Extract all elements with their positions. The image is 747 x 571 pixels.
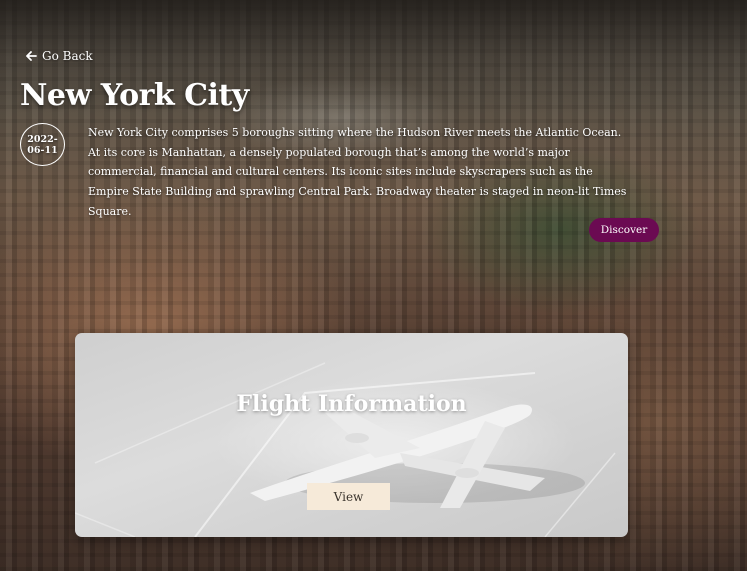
date-line-1: 2022- [27, 133, 58, 145]
date-line-2: 06-11 [27, 144, 58, 156]
page-title: New York City [20, 78, 249, 113]
go-back-label: Go Back [42, 49, 93, 63]
arrow-left-icon [26, 51, 37, 61]
view-button[interactable]: View [307, 483, 390, 510]
flight-info-card[interactable]: Flight Information View [75, 333, 628, 537]
date-badge: 2022- 06-11 [20, 123, 65, 166]
flight-info-title: Flight Information [236, 391, 467, 417]
go-back-link[interactable]: Go Back [26, 49, 93, 63]
destination-description: New York City comprises 5 boroughs sitti… [88, 126, 627, 218]
discover-button[interactable]: Discover [589, 218, 659, 242]
